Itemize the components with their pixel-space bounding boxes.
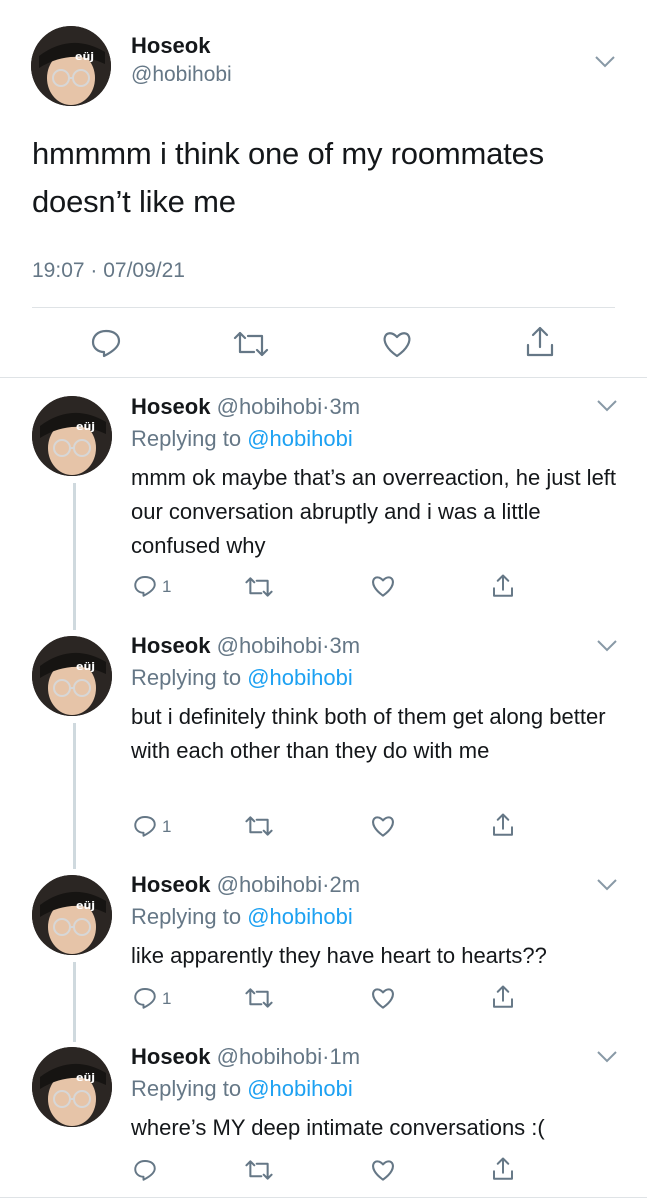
thread-line (73, 483, 76, 630)
avatar[interactable]: eüj (32, 875, 112, 955)
user-handle[interactable]: @hobihobi (131, 63, 232, 87)
svg-text:eüj: eüj (76, 1071, 95, 1084)
avatar[interactable]: eüj (32, 396, 112, 476)
chevron-down-icon[interactable] (596, 1050, 618, 1064)
reply-count: 1 (162, 817, 172, 836)
mention-link[interactable]: @hobihobi (247, 426, 353, 451)
user-handle[interactable]: @hobihobi (217, 394, 323, 419)
thread-line (73, 962, 76, 1042)
svg-text:eüj: eüj (76, 660, 95, 673)
share-icon[interactable] (491, 983, 515, 1011)
user-handle[interactable]: @hobihobi (217, 872, 323, 897)
user-handle[interactable]: @hobihobi (217, 1044, 323, 1069)
reply-text: but i definitely think both of them get … (131, 704, 606, 763)
replying-to-label: Replying to (131, 904, 242, 929)
replying-to-label: Replying to (131, 426, 242, 451)
like-icon[interactable] (370, 814, 396, 838)
user-display-name[interactable]: Hoseok (131, 1044, 210, 1069)
user-display-name[interactable]: Hoseok (131, 33, 210, 59)
reply-time[interactable]: 3m (329, 394, 360, 419)
reply-header: Hoseok @hobihobi·1m (131, 1044, 360, 1070)
like-icon[interactable] (370, 574, 396, 598)
thread-line (73, 723, 76, 869)
share-icon[interactable] (524, 325, 556, 359)
reply-icon[interactable] (133, 574, 157, 598)
user-display-name[interactable]: Hoseok (131, 633, 210, 658)
mention-link[interactable]: @hobihobi (247, 1076, 353, 1101)
reply-text: like apparently they have heart to heart… (131, 943, 547, 968)
replying-to: Replying to @hobihobi (131, 665, 353, 691)
share-icon[interactable] (491, 1155, 515, 1183)
svg-text:eüj: eüj (76, 420, 95, 433)
reply-time[interactable]: 3m (329, 633, 360, 658)
like-icon[interactable] (370, 986, 396, 1010)
avatar[interactable]: eüj (32, 636, 112, 716)
user-display-name[interactable]: Hoseok (131, 394, 210, 419)
like-icon[interactable] (381, 329, 413, 359)
retweet-icon[interactable] (244, 815, 274, 837)
reply-icon[interactable] (90, 328, 122, 358)
reply-icon[interactable] (133, 986, 157, 1010)
reply-text: where’s MY deep intimate conversations :… (131, 1115, 545, 1140)
reply-icon[interactable] (133, 1158, 157, 1182)
reply-icon[interactable] (133, 814, 157, 838)
mention-link[interactable]: @hobihobi (247, 904, 353, 929)
reply-header: Hoseok @hobihobi·2m (131, 872, 360, 898)
chevron-down-icon[interactable] (596, 399, 618, 413)
retweet-icon[interactable] (244, 576, 274, 598)
user-handle[interactable]: @hobihobi (217, 633, 323, 658)
mention-link[interactable]: @hobihobi (247, 665, 353, 690)
divider (0, 1197, 647, 1198)
tweet-timestamp[interactable]: 19:07 · 07/09/21 (32, 259, 185, 283)
avatar[interactable]: eüj (31, 26, 111, 106)
svg-text:eüj: eüj (75, 50, 94, 63)
reply-time[interactable]: 2m (329, 872, 360, 897)
replying-to: Replying to @hobihobi (131, 904, 353, 930)
user-display-name[interactable]: Hoseok (131, 872, 210, 897)
replying-to: Replying to @hobihobi (131, 426, 353, 452)
replying-to-label: Replying to (131, 1076, 242, 1101)
chevron-down-icon[interactable] (594, 55, 616, 69)
divider (0, 377, 647, 378)
replying-to-label: Replying to (131, 665, 242, 690)
reply-text: mmm ok maybe that’s an overreaction, he … (131, 465, 617, 558)
chevron-down-icon[interactable] (596, 878, 618, 892)
share-icon[interactable] (491, 811, 515, 839)
reply-count: 1 (162, 577, 172, 596)
reply-count: 1 (162, 989, 172, 1008)
retweet-icon[interactable] (244, 1159, 274, 1181)
divider (32, 307, 615, 308)
tweet-text: hmmmm i think one of my roommates doesn’… (32, 136, 544, 219)
share-icon[interactable] (491, 572, 515, 600)
like-icon[interactable] (370, 1158, 396, 1182)
avatar[interactable]: eüj (32, 1047, 112, 1127)
reply-header: Hoseok @hobihobi·3m (131, 633, 360, 659)
replying-to: Replying to @hobihobi (131, 1076, 353, 1102)
svg-text:eüj: eüj (76, 899, 95, 912)
retweet-icon[interactable] (232, 330, 270, 358)
chevron-down-icon[interactable] (596, 639, 618, 653)
reply-header: Hoseok @hobihobi·3m (131, 394, 360, 420)
retweet-icon[interactable] (244, 987, 274, 1009)
reply-time[interactable]: 1m (329, 1044, 360, 1069)
